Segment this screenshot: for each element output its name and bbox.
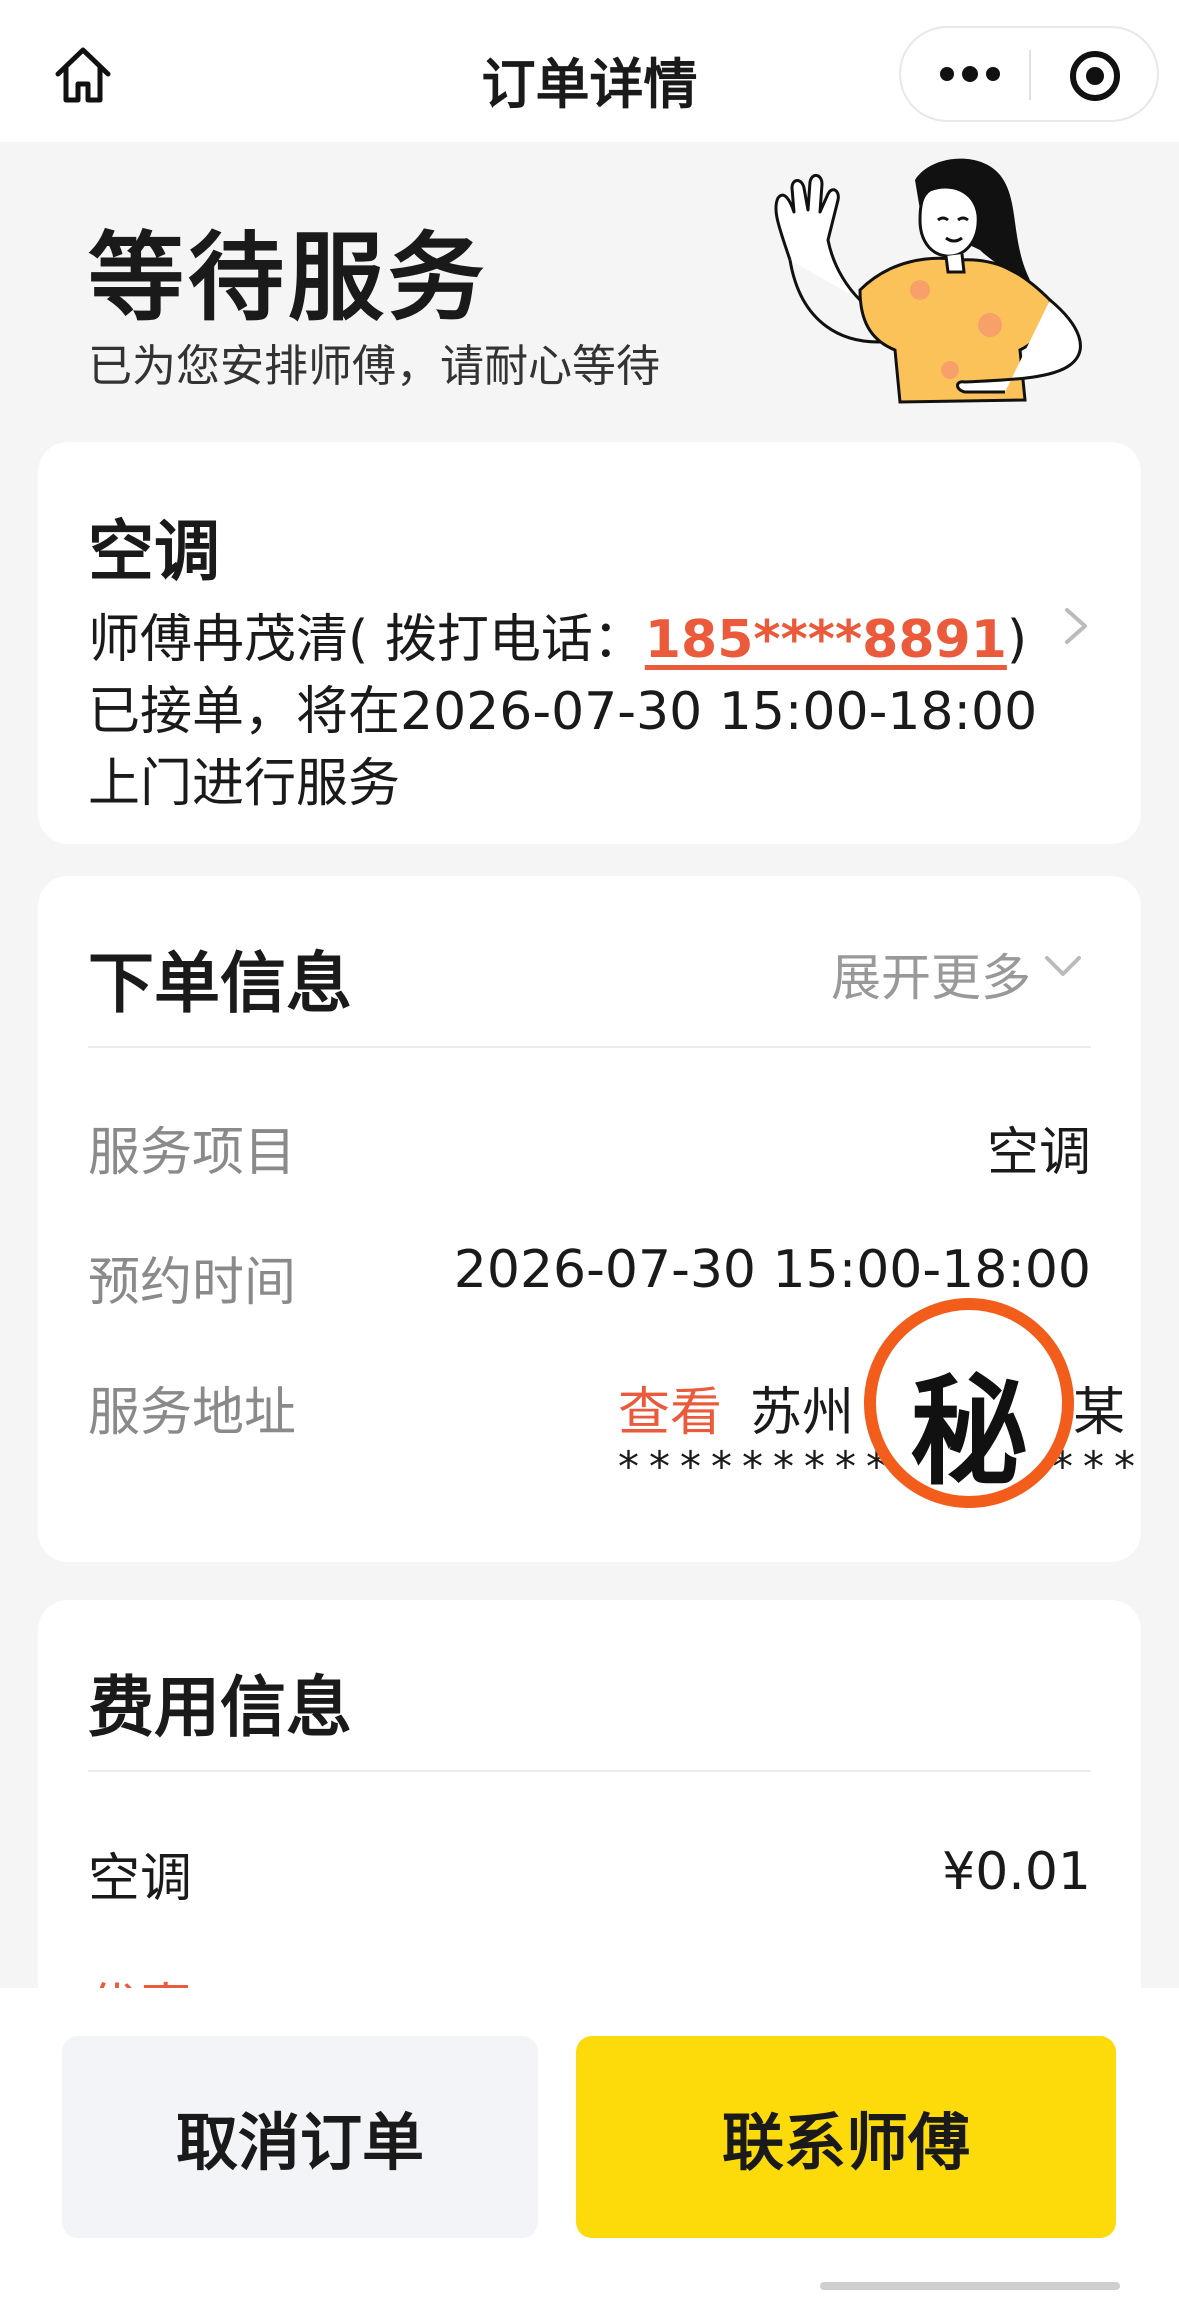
address-city: 苏州 bbox=[750, 1383, 855, 1443]
service-title: 空调 bbox=[88, 513, 220, 590]
home-indicator bbox=[820, 2282, 1120, 2290]
waving-woman-illustration bbox=[774, 158, 1082, 404]
section-divider bbox=[88, 1770, 1091, 1772]
expand-more-button[interactable]: 展开更多 bbox=[831, 938, 1031, 1010]
more-icon[interactable] bbox=[935, 52, 1005, 96]
fee-item-value: ¥0.01 bbox=[942, 1842, 1091, 1902]
secret-stamp-char: 秘 bbox=[909, 1363, 1028, 1501]
service-item-label: 服务项目 bbox=[88, 1123, 297, 1183]
service-item-value: 空调 bbox=[986, 1123, 1091, 1183]
chevron-right-icon[interactable] bbox=[1061, 604, 1091, 648]
section-divider bbox=[88, 1046, 1091, 1048]
status-title: 等待服务 bbox=[88, 222, 488, 334]
close-program-icon[interactable] bbox=[1067, 48, 1123, 104]
service-status-card[interactable]: 空调 师傅冉茂清( 拨打电话：185****8891)已接单，将在2026-07… bbox=[38, 442, 1141, 844]
appointment-time-value: 2026-07-30 15:00-18:00 bbox=[453, 1240, 1091, 1300]
status-subtitle: 已为您安排师傅，请耐心等待 bbox=[88, 341, 660, 392]
contact-master-button[interactable]: 联系师傅 bbox=[576, 2036, 1116, 2238]
order-info-title: 下单信息 bbox=[88, 945, 352, 1022]
service-address-label: 服务地址 bbox=[88, 1383, 297, 1443]
cancel-order-button[interactable]: 取消订单 bbox=[62, 2036, 538, 2238]
service-description: 师傅冉茂清( 拨打电话：185****8891)已接单，将在2026-07-30… bbox=[88, 604, 1038, 820]
capsule-divider bbox=[1029, 50, 1031, 100]
address-tail: 某 bbox=[1073, 1383, 1126, 1443]
service-desc-prefix: 师傅冉茂清( 拨打电话： bbox=[88, 610, 645, 670]
phone-link[interactable]: 185****8891 bbox=[645, 610, 1007, 670]
fee-info-title: 费用信息 bbox=[88, 1669, 352, 1746]
view-address-link[interactable]: 查看 bbox=[618, 1370, 722, 1445]
order-info-card: 下单信息 展开更多 服务项目 空调 预约时间 2026-07-30 15:00-… bbox=[38, 876, 1141, 1562]
secret-stamp-badge: 秘 bbox=[864, 1298, 1074, 1508]
nav-bar: 订单详情 bbox=[0, 0, 1179, 142]
mini-program-capsule bbox=[899, 26, 1159, 122]
chevron-down-icon[interactable] bbox=[1043, 952, 1083, 980]
bottom-action-bar: 取消订单 联系师傅 bbox=[0, 1988, 1179, 2301]
appointment-time-label: 预约时间 bbox=[88, 1253, 297, 1313]
fee-item-label: 空调 bbox=[88, 1849, 193, 1909]
